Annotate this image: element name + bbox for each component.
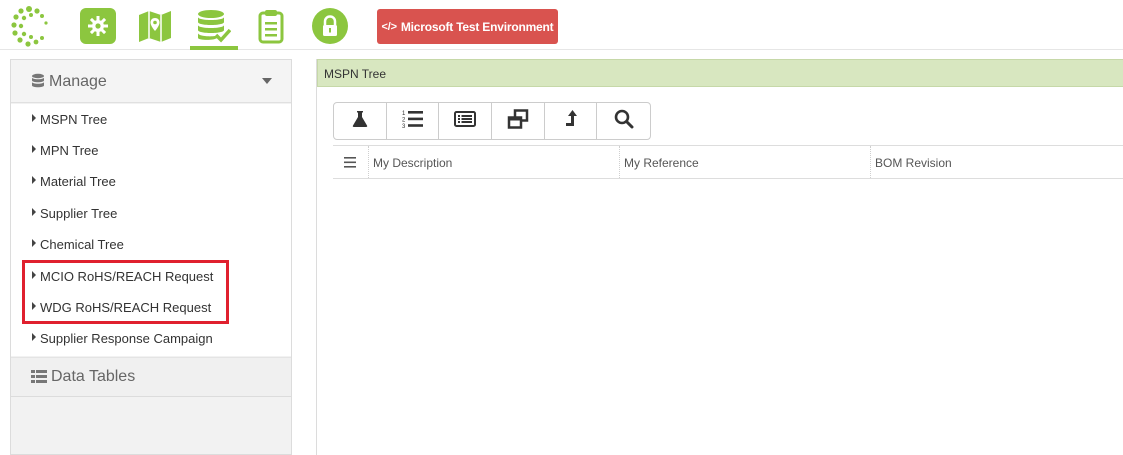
sidebar: Manage MSPN Tree MPN Tree Material Tree … [10, 59, 292, 455]
sidebar-item-mspn-tree[interactable]: MSPN Tree [11, 106, 291, 134]
search-icon [614, 109, 634, 134]
column-menu[interactable] [333, 146, 369, 178]
search-button[interactable] [597, 103, 650, 139]
table-list-icon [31, 370, 47, 388]
panel-title: MSPN Tree [324, 67, 387, 81]
tree-grid-header: My Description My Reference BOM Revision [333, 145, 1123, 179]
app-logo[interactable] [6, 4, 52, 50]
sidebar-item-label: Supplier Tree [40, 206, 118, 221]
sidebar-item-label: Material Tree [40, 174, 116, 189]
manage-label: Manage [49, 73, 107, 90]
chevron-down-icon[interactable] [262, 78, 272, 84]
main-panel: MSPN Tree 1 2 3 My Description My Refere… [316, 59, 1123, 455]
database-check-icon[interactable] [195, 8, 231, 44]
sidebar-item-chemical-tree[interactable]: Chemical Tree [11, 231, 291, 259]
caret-right-icon [32, 208, 36, 216]
database-icon [31, 73, 45, 94]
sidebar-item-supplier-response-campaign[interactable]: Supplier Response Campaign [11, 325, 291, 353]
flask-icon [351, 110, 369, 133]
sidebar-item-supplier-tree[interactable]: Supplier Tree [11, 200, 291, 228]
caret-right-icon [32, 333, 36, 341]
map-icon[interactable] [137, 8, 173, 44]
active-tab-indicator [190, 46, 238, 50]
environment-label: Microsoft Test Environment [400, 19, 554, 34]
grid-toolbar: 1 2 3 [333, 102, 651, 140]
sidebar-item-label: MSPN Tree [40, 112, 108, 127]
caret-right-icon [32, 114, 36, 122]
numbered-list-button[interactable]: 1 2 3 [387, 103, 440, 139]
svg-text:3: 3 [402, 124, 406, 129]
highlight-annotation-box [22, 260, 229, 324]
clipboard-icon[interactable] [253, 8, 289, 44]
settings-gear-icon[interactable] [80, 8, 116, 44]
top-navigation-bar: </> Microsoft Test Environment [0, 0, 1123, 50]
list-view-button[interactable] [439, 103, 493, 139]
column-header-label: BOM Revision [875, 156, 952, 170]
data-tables-section-header[interactable]: Data Tables [11, 357, 291, 397]
sidebar-item-label: Supplier Response Campaign [40, 331, 213, 346]
hamburger-menu-icon [344, 155, 356, 173]
sidebar-item-mpn-tree[interactable]: MPN Tree [11, 137, 291, 165]
list-view-icon [454, 110, 477, 132]
column-header-my-reference[interactable]: My Reference [620, 146, 871, 178]
sidebar-item-label: Chemical Tree [40, 237, 124, 252]
column-header-bom-revision[interactable]: BOM Revision [871, 146, 1123, 178]
flask-button[interactable] [334, 103, 387, 139]
numbered-list-icon: 1 2 3 [402, 109, 424, 134]
windows-restore-button[interactable] [492, 103, 545, 139]
panel-header: MSPN Tree [317, 59, 1123, 87]
caret-right-icon [32, 176, 36, 184]
column-header-label: My Description [373, 156, 453, 170]
code-icon: </> [381, 20, 398, 33]
sidebar-item-label: MPN Tree [40, 143, 99, 158]
column-header-label: My Reference [624, 156, 699, 170]
svg-text:1: 1 [402, 111, 406, 117]
lock-icon[interactable] [312, 8, 348, 44]
data-tables-label: Data Tables [51, 368, 136, 385]
level-up-icon [564, 109, 578, 134]
caret-right-icon [32, 239, 36, 247]
windows-restore-icon [507, 108, 529, 134]
column-header-my-description[interactable]: My Description [369, 146, 620, 178]
environment-badge[interactable]: </> Microsoft Test Environment [377, 9, 558, 44]
svg-text:2: 2 [402, 117, 406, 123]
level-up-button[interactable] [545, 103, 598, 139]
manage-section-header[interactable]: Manage [11, 60, 291, 103]
caret-right-icon [32, 145, 36, 153]
sidebar-item-material-tree[interactable]: Material Tree [11, 168, 291, 196]
